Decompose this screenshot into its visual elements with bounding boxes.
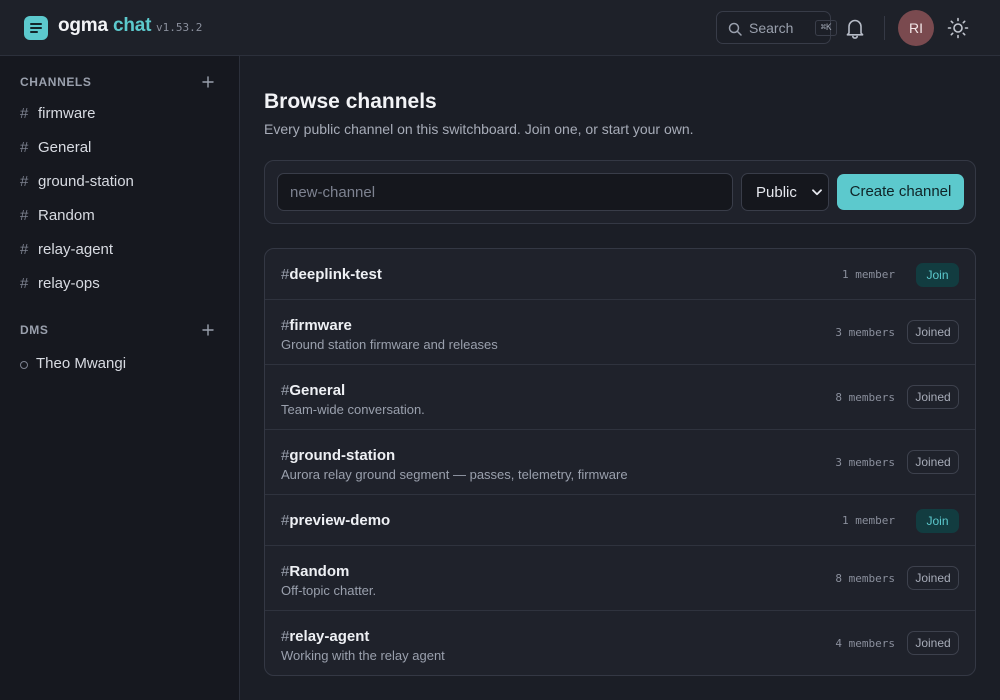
search-shortcut: ⌘K	[815, 20, 837, 36]
hash-icon: #	[20, 105, 29, 122]
join-button[interactable]: Join	[916, 509, 959, 533]
channel-row-relay-agent[interactable]: #relay-agent Working with the relay agen…	[265, 611, 975, 675]
joined-badge[interactable]: Joined	[907, 385, 959, 409]
presence-offline-icon	[20, 361, 28, 369]
version-label: v1.53.2	[156, 21, 203, 34]
hash-icon: #	[20, 275, 29, 292]
page-subtitle: Every public channel on this switchboard…	[264, 121, 694, 137]
channel-description: Off-topic chatter.	[281, 583, 377, 598]
create-channel-button[interactable]: Create channel	[837, 174, 964, 210]
joined-badge[interactable]: Joined	[907, 320, 959, 344]
channel-title: #deeplink-test	[281, 266, 382, 283]
sidebar-item-label: firmware	[38, 105, 96, 122]
member-count: 8 members	[835, 391, 895, 404]
plus-icon	[202, 324, 214, 336]
avatar[interactable]: RI	[898, 10, 934, 46]
sidebar-item-random[interactable]: # Random	[20, 203, 220, 229]
channel-title: #preview-demo	[281, 512, 390, 529]
channel-name-input[interactable]	[277, 173, 733, 211]
sidebar-item-label: ground-station	[38, 173, 134, 190]
channel-name: deeplink-test	[289, 266, 382, 283]
member-count: 8 members	[835, 572, 895, 585]
brand-name: ogma chat	[58, 15, 151, 37]
bell-icon[interactable]	[844, 16, 866, 40]
joined-badge[interactable]: Joined	[907, 450, 959, 474]
member-count: 3 members	[835, 456, 895, 469]
sun-icon[interactable]	[947, 17, 969, 39]
add-channel-button[interactable]	[200, 74, 216, 90]
channel-title: #General	[281, 382, 345, 399]
sidebar: CHANNELS # firmware # General # ground-s…	[0, 56, 240, 700]
joined-badge[interactable]: Joined	[907, 631, 959, 655]
create-channel-panel: Public Create channel	[264, 160, 976, 224]
sidebar-item-relay-agent[interactable]: # relay-agent	[20, 237, 220, 263]
hash-icon: #	[20, 241, 29, 258]
channel-title: #ground-station	[281, 447, 395, 464]
add-dm-button[interactable]	[200, 322, 216, 338]
channel-row-general[interactable]: #General Team-wide conversation. 8 membe…	[265, 365, 975, 430]
channels-heading: CHANNELS	[20, 75, 92, 89]
channel-name: ground-station	[289, 447, 396, 464]
sidebar-dm-label: Theo Mwangi	[36, 355, 127, 372]
channel-name: Random	[289, 563, 350, 580]
brand-name-part2: chat	[112, 15, 152, 36]
channel-title: #Random	[281, 563, 349, 580]
hash-icon: #	[20, 207, 29, 224]
sidebar-item-label: Random	[38, 207, 95, 224]
sidebar-item-firmware[interactable]: # firmware	[20, 101, 220, 127]
channel-list: #deeplink-test 1 member Join #firmware G…	[264, 248, 976, 676]
channel-description: Working with the relay agent	[281, 648, 445, 663]
member-count: 1 member	[842, 268, 895, 281]
channel-row-firmware[interactable]: #firmware Ground station firmware and re…	[265, 300, 975, 365]
channel-row-preview-demo[interactable]: #preview-demo 1 member Join	[265, 495, 975, 546]
sidebar-dm-theo-mwangi[interactable]: Theo Mwangi	[20, 352, 220, 378]
page-title: Browse channels	[264, 90, 437, 113]
member-count: 4 members	[835, 637, 895, 650]
join-button[interactable]: Join	[916, 263, 959, 287]
hash-icon: #	[20, 139, 29, 156]
sidebar-item-label: relay-ops	[38, 275, 100, 292]
channel-name: General	[289, 382, 346, 399]
member-count: 1 member	[842, 514, 895, 527]
channel-row-ground-station[interactable]: #ground-station Aurora relay ground segm…	[265, 430, 975, 495]
sidebar-item-ground-station[interactable]: # ground-station	[20, 169, 220, 195]
channel-description: Ground station firmware and releases	[281, 337, 498, 352]
channel-name: preview-demo	[289, 512, 391, 529]
channel-description: Aurora relay ground segment — passes, te…	[281, 467, 628, 482]
channel-name: relay-agent	[289, 628, 370, 645]
header-divider	[884, 16, 885, 40]
sidebar-item-label: relay-agent	[38, 241, 114, 258]
chevron-down-icon	[812, 189, 822, 196]
search-button[interactable]: Search ⌘K	[716, 11, 837, 44]
channel-row-deeplink-test[interactable]: #deeplink-test 1 member Join	[265, 249, 975, 300]
brand-name-part1: ogma	[58, 15, 108, 36]
channel-description: Team-wide conversation.	[281, 402, 425, 417]
plus-icon	[202, 76, 214, 88]
channel-row-random[interactable]: #Random Off-topic chatter. 8 members Joi…	[265, 546, 975, 611]
joined-badge[interactable]: Joined	[907, 566, 959, 590]
hash-icon: #	[20, 173, 29, 190]
channel-name: firmware	[289, 317, 352, 334]
sidebar-item-label: General	[38, 139, 92, 156]
top-bar: ogma chat v1.53.2 Search ⌘K RI	[0, 0, 1000, 56]
search-label: Search	[749, 20, 794, 36]
sidebar-item-relay-ops[interactable]: # relay-ops	[20, 271, 220, 297]
member-count: 3 members	[835, 326, 895, 339]
channel-title: #relay-agent	[281, 628, 369, 645]
visibility-value: Public	[756, 184, 797, 201]
logo-icon	[24, 16, 48, 40]
sidebar-item-general[interactable]: # General	[20, 135, 220, 161]
search-icon	[728, 22, 742, 36]
dms-heading: DMS	[20, 323, 49, 337]
channel-title: #firmware	[281, 317, 352, 334]
visibility-select[interactable]: Public	[741, 173, 829, 211]
